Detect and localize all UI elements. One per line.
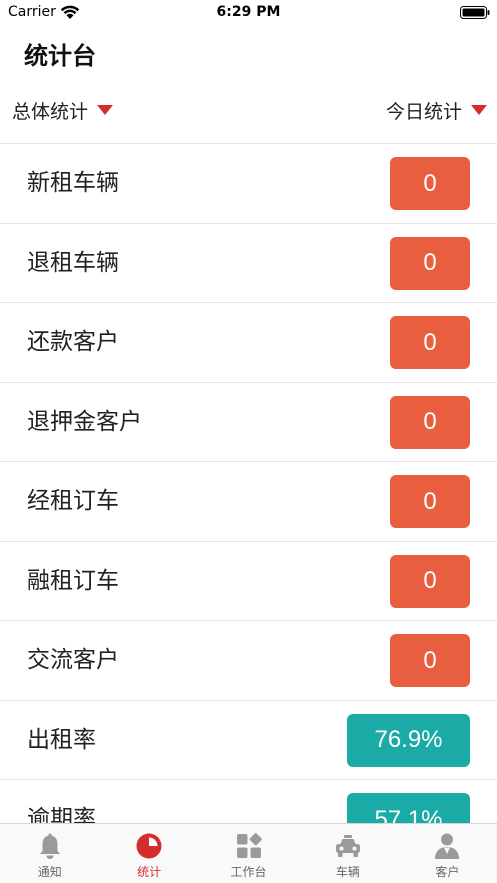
user-icon <box>435 833 460 859</box>
stat-label: 退租车辆 <box>27 249 119 276</box>
stat-value-badge: 0 <box>390 395 470 449</box>
stat-value-badge: 0 <box>390 475 470 528</box>
stat-label: 融租订车 <box>27 567 119 594</box>
stat-value-badge: 0 <box>390 236 470 290</box>
bell-icon <box>39 833 60 859</box>
overall-stats-dropdown[interactable]: 总体统计 <box>12 92 114 128</box>
tab-label: 车辆 <box>335 865 360 879</box>
page-title: 统计台 <box>24 42 96 70</box>
overall-stats-label: 总体统计 <box>12 100 89 123</box>
tab-vehicles[interactable]: 车辆 <box>298 824 397 883</box>
stat-row-returned-rental[interactable]: 退租车辆 0 <box>0 224 497 303</box>
status-bar: Carrier 6:29 PM <box>0 0 497 26</box>
stat-label: 交流客户 <box>27 647 119 673</box>
stat-label: 还款客户 <box>27 329 119 355</box>
car-icon <box>335 835 360 857</box>
stat-value-badge: 0 <box>390 554 470 608</box>
stat-row-new-rental[interactable]: 新租车辆 0 <box>0 144 497 224</box>
stat-row-deposit-refund-customers[interactable]: 退押金客户 0 <box>0 383 497 462</box>
tab-label: 客户 <box>435 865 460 879</box>
stat-row-repayment-customers[interactable]: 还款客户 0 <box>0 303 497 383</box>
stat-label: 退押金客户 <box>27 408 142 435</box>
clock: 6:29 PM <box>216 4 281 20</box>
stat-row-communication-customers[interactable]: 交流客户 0 <box>0 621 497 701</box>
stat-label: 新租车辆 <box>27 170 119 196</box>
today-stats-dropdown[interactable]: 今日统计 <box>386 92 487 128</box>
pie-chart-icon <box>136 833 162 859</box>
stat-row-rental-rate[interactable]: 出租率 76.9% <box>0 701 497 780</box>
tab-statistics[interactable]: 统计 <box>99 824 198 883</box>
stat-row-finance-lease-orders[interactable]: 融租订车 0 <box>0 542 497 621</box>
battery-icon <box>460 6 490 19</box>
tab-customers[interactable]: 客户 <box>398 824 497 883</box>
tab-workbench[interactable]: 工作台 <box>199 824 298 883</box>
stat-value-badge: 0 <box>390 157 470 210</box>
grid-icon <box>236 833 262 858</box>
today-stats-label: 今日统计 <box>385 100 462 123</box>
stat-row-lease-orders[interactable]: 经租订车 0 <box>0 462 497 542</box>
tab-bar: 通知 统计 工作台 车辆 客户 <box>0 823 497 883</box>
stat-value-badge: 76.9% <box>347 713 470 767</box>
caret-down-icon <box>97 105 114 115</box>
stat-value-badge: 0 <box>390 316 470 369</box>
stats-list: 新租车辆 0 退租车辆 0 还款客户 0 退押金客户 0 经租订车 0 融租订车… <box>0 143 497 860</box>
tab-label: 通知 <box>37 865 62 879</box>
caret-down-icon <box>471 105 487 115</box>
tab-label: 工作台 <box>230 865 267 879</box>
stat-label: 出租率 <box>27 726 96 753</box>
stat-label: 经租订车 <box>27 488 119 514</box>
stat-value-badge: 0 <box>390 634 470 687</box>
tab-label: 统计 <box>137 865 162 879</box>
tab-notifications[interactable]: 通知 <box>0 824 99 883</box>
filter-row: 总体统计 今日统计 <box>0 92 497 128</box>
